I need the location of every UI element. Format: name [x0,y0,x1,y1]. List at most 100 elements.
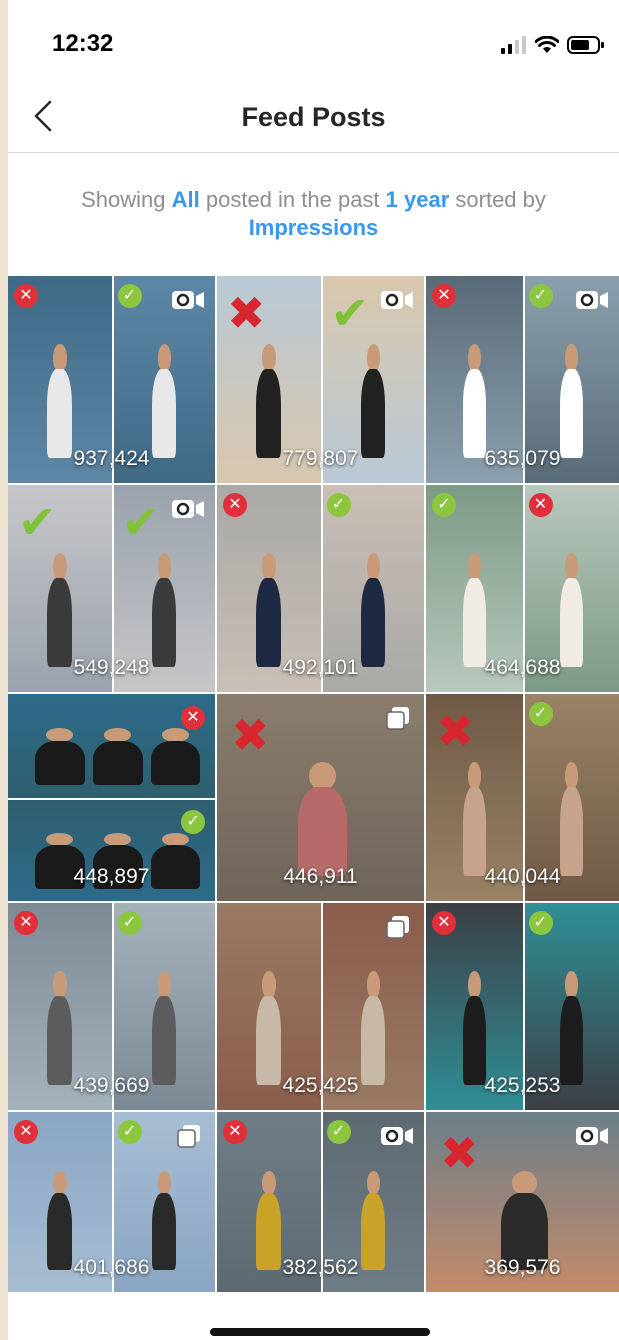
approve-badge-icon: ✓ [326,493,351,517]
wifi-icon [535,36,559,53]
person-head [366,553,380,581]
filter-content-type[interactable]: All [172,187,200,212]
impressions-count: 446,911 [283,865,358,888]
person-figure [460,553,489,668]
person-figure [149,971,179,1086]
post-tile[interactable]: ✕ ✓ 382,562 [217,1112,424,1292]
person-head [308,762,337,790]
post-tile[interactable]: ✔ ✔ 549,248 [8,485,215,692]
impressions-count: 549,248 [73,656,150,679]
person-body [462,996,486,1086]
person-body [256,996,282,1086]
person-body [560,369,584,459]
person-figure [145,728,207,786]
post-tile[interactable]: ✖ ✔ 779,807 [217,276,424,483]
post-tile[interactable]: ✓ ✕ 464,688 [426,485,619,692]
person-body [256,369,282,459]
approve-badge-icon: ✓ [181,809,205,834]
phone-screen: 12:32 Feed Posts Showing All posted in t… [8,0,619,1340]
video-camera-icon [576,291,608,309]
filter-time-period[interactable]: 1 year [386,187,450,212]
approve-badge-icon: ✓ [528,702,553,726]
approve-tick-icon: ✔ [121,496,161,548]
person-head [52,344,67,372]
reject-badge-icon: ✕ [14,911,38,935]
reject-badge-icon: ✕ [14,284,38,308]
nav-bar: Feed Posts [8,90,619,153]
person-figure [460,762,489,877]
person-body [560,787,584,877]
person-head [366,344,380,372]
reject-badge-icon: ✕ [223,1120,247,1144]
person-figure [358,344,388,459]
person-figure [558,344,586,459]
post-tile[interactable]: ✖ 369,576 [426,1112,619,1292]
person-figure [44,553,75,668]
post-tile[interactable]: ✕ ✓ 492,101 [217,485,424,692]
reject-cross-icon: ✖ [231,709,270,761]
impressions-count: 425,253 [484,1074,561,1097]
person-figure [87,728,149,786]
video-camera-icon [576,1127,608,1145]
person-head [157,344,171,372]
reject-badge-icon: ✕ [181,706,205,730]
reject-badge-icon: ✕ [528,493,553,517]
person-figure [44,344,75,459]
person-head [261,553,276,581]
person-figure [460,971,489,1086]
summary-middle: posted in the past [199,187,386,212]
person-body [150,740,201,786]
carousel-icon [177,1125,200,1148]
person-figure [149,553,179,668]
home-indicator[interactable] [210,1328,430,1336]
post-tile[interactable]: ✕ ✓ 448,897 [8,694,215,901]
impressions-count: 937,424 [73,447,150,470]
filter-summary: Showing All posted in the past 1 year so… [28,186,599,242]
reject-badge-icon: ✕ [432,284,456,308]
person-head [157,1171,171,1196]
post-tile[interactable]: ✕ ✓ 937,424 [8,276,215,483]
reject-cross-icon: ✖ [227,287,266,339]
person-body [361,369,386,459]
filter-sort-metric[interactable]: Impressions [249,215,379,240]
post-tile[interactable]: ✕ ✓ 401,686 [8,1112,215,1292]
person-figure [253,344,284,459]
video-camera-icon [381,1127,413,1145]
person-figure [558,971,586,1086]
person-figure [292,762,354,877]
person-body [462,787,486,877]
person-head [261,971,276,999]
impressions-count: 635,079 [484,447,561,470]
reject-cross-icon: ✖ [436,705,475,757]
status-icons [501,33,605,57]
person-figure [253,553,284,668]
person-head [261,1171,276,1196]
person-body [462,369,486,459]
person-body [47,369,73,459]
post-tile[interactable]: ✕ ✓ 635,079 [426,276,619,483]
person-head [161,728,190,742]
person-body [152,996,177,1086]
person-body [34,740,85,786]
carousel-icon [386,707,409,730]
impressions-count: 492,101 [282,656,359,679]
video-camera-icon [172,291,204,309]
impressions-count: 382,562 [282,1256,359,1279]
post-tile[interactable]: ✖ 446,911 [217,694,424,901]
post-tile[interactable]: ✖ ✓ 440,044 [426,694,619,901]
person-head [52,971,67,999]
signal-icon [501,36,526,54]
person-head [366,1171,380,1196]
post-tile[interactable]: ✕ ✓ 425,253 [426,903,619,1110]
posts-grid: ✕ ✓ 937,424 ✖ ✔ 779,807 ✕ ✓ 635,079 ✔ ✔ 549,248 ✕ ✓ 49… [8,276,619,1292]
person-head [511,1171,538,1196]
summary-suffix: sorted by [449,187,546,212]
person-figure [558,762,586,877]
impressions-count: 440,044 [484,865,561,888]
person-body [462,578,486,668]
summary-prefix: Showing [81,187,172,212]
status-bar: 12:32 [8,0,619,90]
post-tile[interactable]: 425,425 [217,903,424,1110]
post-tile[interactable]: ✕ ✓ 439,669 [8,903,215,1110]
approve-badge-icon: ✓ [432,493,456,517]
